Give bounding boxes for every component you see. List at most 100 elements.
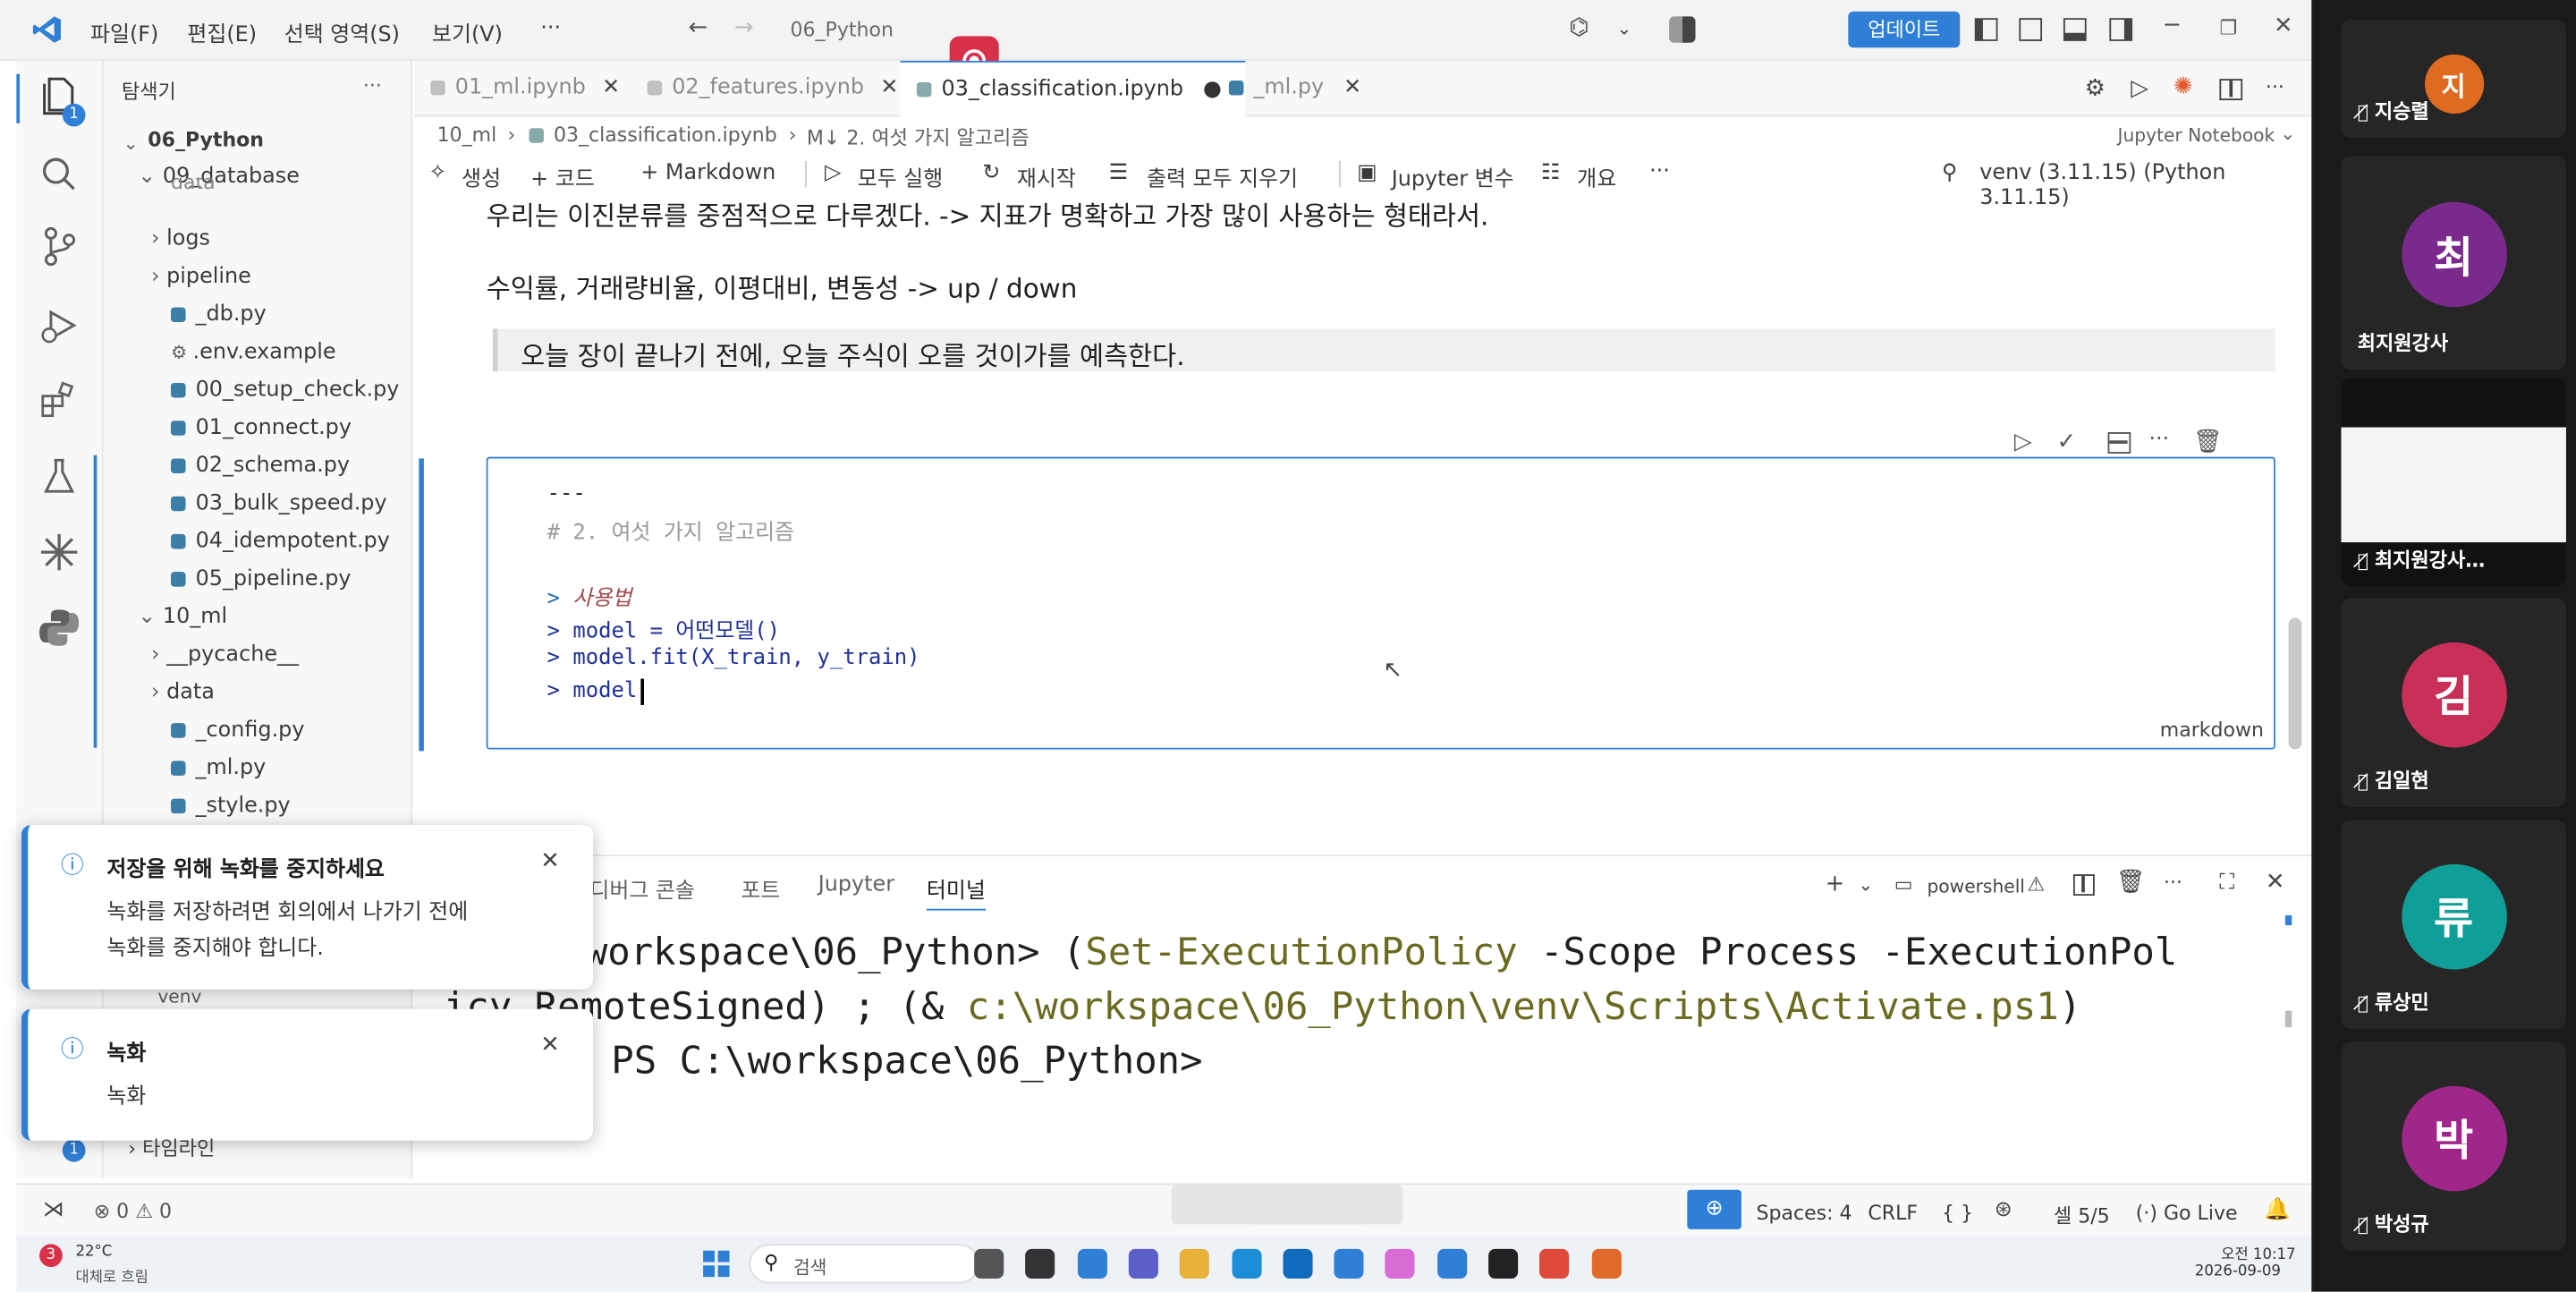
tree-item[interactable]: _config.py bbox=[171, 718, 304, 743]
tree-item[interactable]: ⌄ 10_ml bbox=[138, 605, 227, 630]
store-icon[interactable] bbox=[1077, 1248, 1107, 1279]
run-all-icon[interactable]: ▷ bbox=[825, 161, 841, 186]
check-icon[interactable]: ✓ bbox=[2057, 429, 2077, 455]
file-explorer-icon[interactable] bbox=[1025, 1248, 1055, 1279]
toggle-secondary-sidebar-icon[interactable] bbox=[2109, 18, 2133, 41]
language-braces[interactable]: { } bbox=[1942, 1202, 1973, 1225]
close-window-icon[interactable]: ✕ bbox=[2274, 13, 2293, 39]
go-live-button[interactable]: (·) Go Live bbox=[2136, 1202, 2238, 1225]
menu-edit[interactable]: 편집(E) bbox=[187, 16, 257, 48]
maximize-panel-icon[interactable]: ⛶ bbox=[2219, 871, 2234, 896]
outlook-icon[interactable] bbox=[1283, 1248, 1313, 1279]
jupyter-variables-button[interactable]: Jupyter 변수 bbox=[1392, 161, 1514, 192]
generate-button[interactable]: 생성 bbox=[462, 161, 501, 192]
timeline-section[interactable]: › 타임라인 bbox=[128, 1134, 215, 1161]
unsaved-dot-icon[interactable]: ● bbox=[1203, 77, 1222, 102]
participant-tile[interactable]: 지 🎙̸ 지승렬 bbox=[2341, 20, 2566, 139]
tab-ports[interactable]: 포트 bbox=[741, 872, 780, 905]
notebook-renderer[interactable]: Jupyter Notebook bbox=[2118, 125, 2275, 147]
chrome-icon[interactable] bbox=[1539, 1248, 1570, 1279]
kill-terminal-icon[interactable]: 🗑 bbox=[2116, 870, 2146, 896]
markdown-cell-editor[interactable]: --- # 2. 여섯 가지 알고리즘 > 사용법 > model = 어떤모델… bbox=[419, 456, 2275, 752]
tree-item[interactable]: _style.py bbox=[171, 794, 291, 819]
tab-debug-console[interactable]: 디버그 콘솔 bbox=[589, 872, 694, 905]
tree-item[interactable]: ⚙ .env.example bbox=[171, 340, 336, 365]
clear-outputs-icon[interactable]: ☰ bbox=[1109, 161, 1128, 186]
restart-icon[interactable]: ↻ bbox=[982, 161, 1000, 186]
tree-item[interactable]: › logs bbox=[151, 226, 210, 251]
more-icon[interactable]: ··· bbox=[1649, 159, 1670, 184]
tree-item[interactable]: 02_schema.py bbox=[171, 454, 350, 478]
generate-icon[interactable]: ✧ bbox=[428, 161, 446, 186]
tab-01-ml[interactable]: 01_ml.ipynb ✕ bbox=[430, 61, 620, 116]
tree-item[interactable]: 03_bulk_speed.py bbox=[171, 491, 387, 516]
delete-cell-icon[interactable]: 🗑 bbox=[2193, 429, 2223, 455]
remote-icon[interactable]: ⋊ bbox=[43, 1198, 64, 1223]
close-icon[interactable]: ✕ bbox=[540, 1032, 560, 1058]
toggle-primary-sidebar-icon[interactable] bbox=[1974, 18, 1998, 41]
mail-icon[interactable] bbox=[1334, 1248, 1364, 1279]
weather-icon[interactable]: 3 bbox=[39, 1244, 63, 1268]
tree-item[interactable]: _ml.py bbox=[171, 756, 266, 780]
workspace-root[interactable]: 06_Python bbox=[148, 128, 264, 151]
close-tab-icon[interactable]: ✕ bbox=[880, 75, 898, 100]
copilot-icon[interactable]: ⌬ bbox=[1569, 15, 1589, 41]
tab-03-classification[interactable]: 03_classification.ipynb ● bbox=[900, 60, 1245, 117]
tree-item[interactable]: 05_pipeline.py bbox=[171, 567, 352, 591]
breadcrumb-folder[interactable]: 10_ml bbox=[437, 123, 497, 147]
command-center-search[interactable]: 06_Python bbox=[790, 18, 893, 41]
tree-item[interactable]: › pipeline bbox=[151, 265, 251, 290]
toggle-panel-icon[interactable] bbox=[2063, 18, 2087, 41]
copilot-status-icon[interactable]: ⊛ bbox=[1995, 1198, 2012, 1223]
tab-terminal[interactable]: 터미널 bbox=[926, 872, 986, 911]
run-debug-icon[interactable] bbox=[38, 304, 80, 347]
windows-start-icon[interactable] bbox=[703, 1250, 730, 1278]
terminal-shell[interactable]: powershell bbox=[1927, 876, 2024, 897]
minimize-icon[interactable]: ─ bbox=[2165, 13, 2179, 39]
copilot-icon[interactable] bbox=[974, 1248, 1004, 1279]
tree-item[interactable]: › data bbox=[151, 680, 215, 705]
close-tab-icon[interactable]: ✕ bbox=[1343, 75, 1361, 100]
menu-selection[interactable]: 선택 영역(S) bbox=[284, 16, 400, 48]
close-panel-icon[interactable]: ✕ bbox=[2266, 870, 2285, 896]
participant-tile[interactable]: 류 🎙̸ 류상민 bbox=[2341, 820, 2566, 1029]
photos-icon[interactable] bbox=[1385, 1248, 1416, 1279]
edge-icon[interactable] bbox=[1231, 1248, 1261, 1279]
zoom-icon[interactable]: ⊕ bbox=[1687, 1189, 1741, 1229]
breadcrumb-section[interactable]: M↓ 2. 여섯 가지 알고리즘 bbox=[807, 123, 1030, 151]
testing-flask-icon[interactable] bbox=[38, 455, 80, 498]
cell-language[interactable]: markdown bbox=[2160, 718, 2264, 742]
panel-more-icon[interactable]: ··· bbox=[2164, 871, 2182, 894]
close-icon[interactable]: ✕ bbox=[540, 848, 560, 874]
tree-item[interactable]: 04_idempotent.py bbox=[171, 529, 390, 554]
tree-item[interactable]: ⌄ 09_database bbox=[138, 165, 300, 190]
outline-button[interactable]: 개요 bbox=[1577, 161, 1616, 192]
notifications-bell-icon[interactable]: 🔔 bbox=[2264, 1198, 2291, 1223]
settings-gear-icon[interactable]: ⚙ bbox=[2085, 75, 2106, 101]
chevron-down-icon[interactable]: ⌄ bbox=[1858, 874, 1873, 896]
customize-layout-icon[interactable] bbox=[2019, 18, 2043, 41]
claude-icon[interactable] bbox=[1591, 1248, 1622, 1279]
menu-more[interactable]: ··· bbox=[540, 16, 561, 41]
tree-item[interactable]: 01_connect.py bbox=[171, 416, 352, 440]
menu-file[interactable]: 파일(F) bbox=[90, 16, 158, 48]
add-markdown-button[interactable]: + Markdown bbox=[640, 161, 775, 186]
cell-position[interactable]: 셀 5/5 bbox=[2054, 1202, 2110, 1229]
search-icon[interactable] bbox=[38, 153, 80, 196]
tab-jupyter[interactable]: Jupyter bbox=[818, 872, 894, 897]
close-tab-icon[interactable]: ✕ bbox=[602, 75, 620, 100]
clear-outputs-button[interactable]: 출력 모두 지우기 bbox=[1147, 161, 1298, 192]
taskbar-search[interactable]: ⚲ 검색 bbox=[749, 1244, 979, 1284]
accounts-icon[interactable] bbox=[1669, 16, 1696, 43]
cell-more-icon[interactable]: ··· bbox=[2148, 428, 2169, 453]
add-code-button[interactable]: + 코드 bbox=[530, 161, 595, 192]
menu-view[interactable]: 보기(V) bbox=[432, 16, 503, 48]
terminal-prompt[interactable]: PS C:\workspace\06_Python> bbox=[611, 1041, 1202, 1084]
tree-item[interactable]: › __pycache__ bbox=[151, 642, 299, 667]
source-control-icon[interactable] bbox=[38, 225, 80, 268]
explorer-more-icon[interactable]: ··· bbox=[363, 74, 382, 98]
teams-icon[interactable] bbox=[1128, 1248, 1158, 1279]
tab-ml-py[interactable]: _ml.py ✕ bbox=[1228, 61, 1361, 116]
tree-item-venv[interactable]: venv bbox=[157, 986, 201, 1007]
notion-icon[interactable] bbox=[1488, 1248, 1519, 1279]
